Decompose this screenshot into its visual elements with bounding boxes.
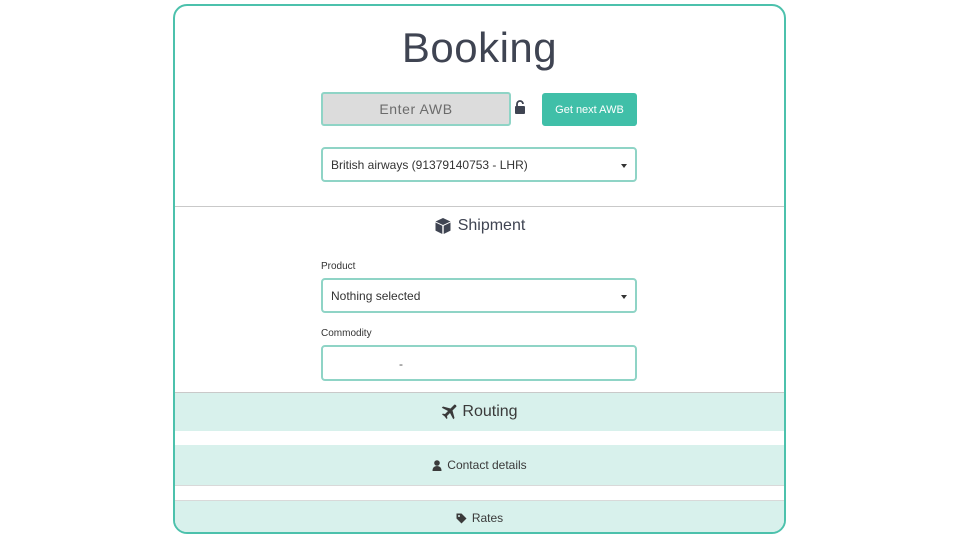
user-icon xyxy=(432,459,442,471)
awb-input[interactable] xyxy=(321,92,511,126)
contact-details-section-header[interactable]: Contact details xyxy=(175,445,784,486)
commodity-label: Commodity xyxy=(321,328,372,339)
shipment-heading: Shipment xyxy=(175,217,784,235)
booking-card: Booking Get next AWB British airways (91… xyxy=(173,4,786,534)
commodity-value: - xyxy=(399,357,403,371)
product-label: Product xyxy=(321,261,356,272)
rates-label: Rates xyxy=(471,511,504,525)
product-select[interactable]: Nothing selected xyxy=(321,278,637,313)
commodity-field[interactable]: - xyxy=(321,345,637,381)
chevron-down-icon xyxy=(621,164,627,168)
plane-icon xyxy=(442,404,457,420)
chevron-down-icon xyxy=(621,295,627,299)
tag-icon xyxy=(456,513,467,523)
section-divider xyxy=(175,206,784,207)
airline-select[interactable]: British airways (91379140753 - LHR) xyxy=(321,147,637,182)
airline-select-value: British airways (91379140753 - LHR) xyxy=(331,157,528,172)
shipment-heading-label: Shipment xyxy=(457,217,526,234)
routing-section-header[interactable]: Routing xyxy=(175,392,784,431)
unlock-icon[interactable] xyxy=(514,100,526,114)
product-select-value: Nothing selected xyxy=(331,288,421,303)
get-next-awb-button[interactable]: Get next AWB xyxy=(542,93,637,126)
routing-label: Routing xyxy=(462,403,518,420)
contact-details-label: Contact details xyxy=(447,458,527,472)
page-title: Booking xyxy=(401,24,558,71)
rates-section-header[interactable]: Rates xyxy=(175,500,784,532)
box-icon xyxy=(435,218,451,234)
